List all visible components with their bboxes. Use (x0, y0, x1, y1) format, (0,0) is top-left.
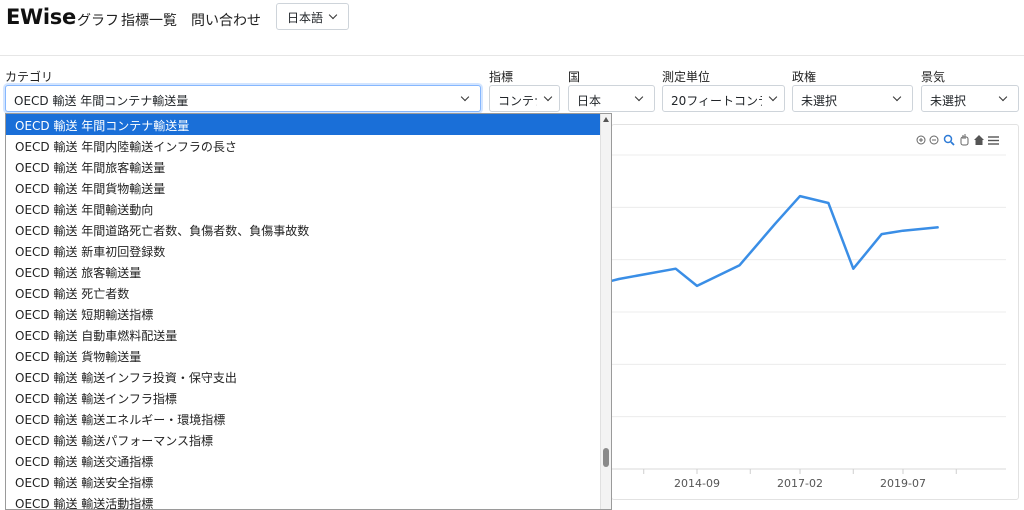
dropdown-option[interactable]: OECD 輸送 輸送パフォーマンス指標 (6, 429, 611, 450)
chevron-down-icon (543, 92, 553, 102)
unit-select[interactable]: 20フィートコンテナ換 (662, 85, 785, 112)
chevron-down-icon (768, 92, 778, 102)
dropdown-option[interactable]: OECD 輸送 年間内陸輸送インフラの長さ (6, 135, 611, 156)
brand-logo[interactable]: EWise (6, 5, 76, 29)
dropdown-option[interactable]: OECD 輸送 貨物輸送量 (6, 345, 611, 366)
economy-select[interactable]: 未選択 (921, 85, 1019, 112)
nav-link-graph[interactable]: グラフ (77, 10, 119, 30)
dropdown-option[interactable]: OECD 輸送 輸送エネルギー・環境指標 (6, 408, 611, 429)
dropdown-option[interactable]: OECD 輸送 死亡者数 (6, 282, 611, 303)
dropdown-option[interactable]: OECD 輸送 輸送交通指標 (6, 450, 611, 471)
chart-toolbar (916, 134, 999, 146)
dropdown-option[interactable]: OECD 輸送 輸送インフラ投資・保守支出 (6, 366, 611, 387)
zoom-select-icon[interactable] (943, 134, 955, 146)
line-chart[interactable]: 2014-09 2017-02 2019-07 (550, 125, 1020, 501)
dropdown-option[interactable]: OECD 輸送 新車初回登録数 (6, 240, 611, 261)
administration-value: 未選択 (801, 94, 838, 108)
chart-points (550, 195, 939, 297)
scroll-up-arrow-icon[interactable] (603, 117, 609, 122)
chevron-down-icon (998, 92, 1008, 102)
unit-value: 20フィートコンテナ換 (671, 94, 762, 108)
menu-icon[interactable] (988, 136, 999, 145)
category-label: カテゴリ (5, 70, 54, 84)
dropdown-option[interactable]: OECD 輸送 年間旅客輸送量 (6, 156, 611, 177)
dropdown-scrollbar[interactable] (600, 114, 611, 509)
dropdown-option[interactable]: OECD 輸送 旅客輸送量 (6, 261, 611, 282)
category-value: OECD 輸送 年間コンテナ輸送量 (14, 94, 189, 108)
language-value: 日本語 (287, 11, 324, 25)
nav-link-contact[interactable]: 問い合わせ (191, 10, 261, 30)
dropdown-option[interactable]: OECD 輸送 年間コンテナ輸送量 (6, 114, 600, 135)
dropdown-option[interactable]: OECD 輸送 年間輸送動向 (6, 198, 611, 219)
language-select[interactable]: 日本語 (276, 3, 349, 30)
country-select[interactable]: 日本 (568, 85, 655, 112)
x-tick-label: 2014-09 (674, 477, 720, 490)
x-axis-ticks (643, 469, 957, 474)
series-line (551, 194, 939, 298)
dropdown-option[interactable]: OECD 輸送 輸送安全指標 (6, 471, 611, 492)
x-tick-label: 2017-02 (777, 477, 823, 490)
home-icon[interactable] (974, 135, 984, 145)
dropdown-option[interactable]: OECD 輸送 年間道路死亡者数、負傷者数、負傷事故数 (6, 219, 611, 240)
administration-select[interactable]: 未選択 (792, 85, 913, 112)
country-label: 国 (568, 70, 581, 84)
dropdown-option[interactable]: OECD 輸送 短期輸送指標 (6, 303, 611, 324)
scrollbar-thumb[interactable] (603, 448, 609, 467)
indicator-value: コンテナ輸 (498, 94, 537, 108)
country-value: 日本 (577, 94, 602, 108)
option-list: OECD 輸送 年間コンテナ輸送量 OECD 輸送 年間内陸輸送インフラの長さ OE… (6, 114, 611, 509)
dropdown-option[interactable]: OECD 輸送 輸送活動指標 (6, 492, 611, 509)
navbar: EWise グラフ 指標一覧 問い合わせ 日本語 (0, 0, 1024, 56)
dropdown-option[interactable]: OECD 輸送 輸送インフラ指標 (6, 387, 611, 408)
pan-icon[interactable] (960, 134, 969, 146)
nav-link-indicators[interactable]: 指標一覧 (121, 10, 177, 30)
indicator-label: 指標 (489, 70, 514, 84)
zoom-in-icon[interactable] (916, 135, 926, 145)
chart-card: 2014-09 2017-02 2019-07 (550, 124, 1020, 501)
chevron-down-icon (634, 92, 644, 102)
x-tick-label: 2019-07 (880, 477, 926, 490)
economy-value: 未選択 (930, 94, 967, 108)
chevron-down-icon (328, 10, 338, 20)
dropdown-option[interactable]: OECD 輸送 年間貨物輸送量 (6, 177, 611, 198)
economy-label: 景気 (921, 70, 946, 84)
chevron-down-icon (460, 92, 470, 102)
indicator-select[interactable]: コンテナ輸 (489, 85, 560, 112)
unit-label: 測定単位 (662, 70, 711, 84)
chart-grid (612, 154, 1006, 470)
category-dropdown-list[interactable]: OECD 輸送 年間コンテナ輸送量 OECD 輸送 年間内陸輸送インフラの長さ OE… (5, 113, 612, 510)
chevron-down-icon (892, 92, 902, 102)
dropdown-option[interactable]: OECD 輸送 自動車燃料配送量 (6, 324, 611, 345)
administration-label: 政権 (792, 70, 817, 84)
zoom-out-icon[interactable] (929, 135, 939, 145)
category-select[interactable]: OECD 輸送 年間コンテナ輸送量 (5, 85, 481, 112)
x-axis-tick-labels: 2014-09 2017-02 2019-07 (674, 477, 926, 490)
